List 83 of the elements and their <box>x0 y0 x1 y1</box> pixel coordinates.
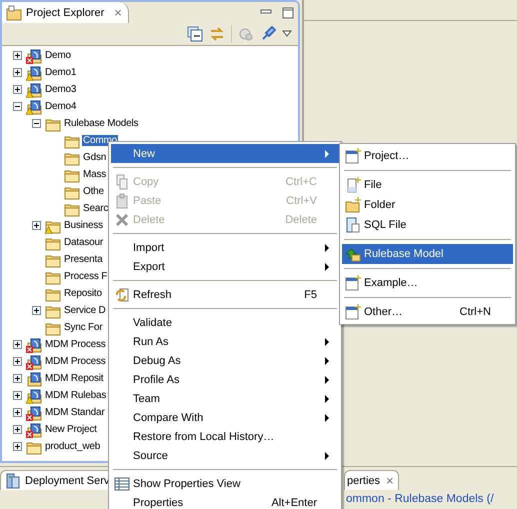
tree-item[interactable]: Datasour <box>63 237 104 248</box>
tree-item[interactable]: Demo1 <box>44 67 78 78</box>
pin-icon <box>260 26 276 42</box>
menu-item[interactable]: Refresh F5 <box>111 285 339 304</box>
menu-item[interactable]: New <box>111 144 339 163</box>
view-tab[interactable]: perties × <box>344 470 399 490</box>
expand-toggle[interactable] <box>13 425 22 434</box>
menu-item[interactable]: Rulebase Model <box>342 244 513 264</box>
tree-item[interactable]: MDM Process <box>44 356 107 367</box>
new-project-icon <box>345 148 361 164</box>
menu-item[interactable]: Profile As <box>111 370 339 389</box>
copy-icon <box>114 174 130 190</box>
expand-toggle[interactable] <box>32 221 41 230</box>
rulebase-model-icon <box>345 246 361 262</box>
menu-item[interactable]: Restore from Local History… <box>111 427 339 446</box>
server-icon <box>5 472 21 488</box>
expand-toggle[interactable] <box>13 68 22 77</box>
menu-item[interactable]: Validate <box>111 313 339 332</box>
tree-item[interactable]: Gdsn <box>82 152 108 163</box>
view-title: Project Explorer <box>26 6 104 18</box>
tree-item[interactable]: Presenta <box>63 254 104 265</box>
link-arrows-icon <box>209 26 225 42</box>
tree-item[interactable]: MDM Standar <box>44 407 106 418</box>
expand-toggle[interactable] <box>13 374 22 383</box>
tree-item[interactable]: Process F <box>63 271 108 282</box>
folder-icon <box>6 4 22 20</box>
expand-toggle[interactable] <box>32 306 41 315</box>
close-button[interactable]: × <box>114 5 122 20</box>
collapse-all-icon <box>187 26 203 42</box>
tree-item[interactable]: New Project <box>44 424 98 435</box>
menu-item[interactable]: Compare With <box>111 408 339 427</box>
menu-item[interactable]: File <box>342 175 513 195</box>
expand-toggle[interactable] <box>13 442 22 451</box>
table-icon <box>114 476 130 492</box>
view-title: perties <box>347 474 380 486</box>
tree-item[interactable]: Business <box>63 220 104 231</box>
new-other-icon <box>345 304 361 320</box>
delete-icon <box>114 212 130 228</box>
tree-item[interactable]: MDM Rulebas <box>44 390 108 401</box>
close-button[interactable]: × <box>386 473 394 488</box>
menu-item[interactable]: Source <box>111 446 339 465</box>
tree-item[interactable]: Searc <box>82 203 110 214</box>
tree-item[interactable]: Mass <box>82 169 108 180</box>
tree-item[interactable]: Demo <box>44 50 72 61</box>
properties-title: ommon - Rulebase Models (/ <box>346 493 495 505</box>
expand-toggle[interactable] <box>13 391 22 400</box>
expand-toggle[interactable] <box>13 340 22 349</box>
expand-toggle[interactable] <box>13 357 22 366</box>
new-file-icon <box>345 177 361 193</box>
menu-item[interactable]: Other… Ctrl+N <box>342 302 513 322</box>
view-title: Deployment Serv <box>25 474 110 486</box>
menu-item[interactable]: Import <box>111 238 339 257</box>
tree-item[interactable]: Reposito <box>63 288 103 299</box>
tree-item[interactable]: Sync For <box>63 322 104 333</box>
menu-item[interactable]: Run As <box>111 332 339 351</box>
expand-toggle[interactable] <box>13 51 22 60</box>
tree-item[interactable]: Service D <box>63 305 107 316</box>
tree-item[interactable]: MDM Process <box>44 339 107 350</box>
collapse-toggle[interactable] <box>32 119 41 128</box>
tree-item[interactable]: Rulebase Models <box>63 118 140 129</box>
expand-toggle[interactable] <box>13 85 22 94</box>
refresh-icon <box>114 286 130 302</box>
expand-toggle[interactable] <box>13 408 22 417</box>
menu-item[interactable]: Folder <box>342 195 513 215</box>
menu-item[interactable]: Debug As <box>111 351 339 370</box>
new-folder-icon <box>345 197 361 213</box>
tree-item[interactable]: MDM Reposit <box>44 373 104 384</box>
tree-item[interactable]: Demo3 <box>44 84 78 95</box>
menu-item[interactable]: Export <box>111 257 339 276</box>
paste-icon <box>114 192 130 208</box>
tree-item[interactable]: Othe <box>82 186 105 197</box>
menu-item[interactable]: Example… <box>342 273 513 293</box>
collapse-toggle[interactable] <box>13 102 22 111</box>
menu-item[interactable]: Properties Alt+Enter <box>111 493 339 509</box>
new-example-icon <box>345 275 361 291</box>
view-menu-icon <box>282 30 292 38</box>
view-tab[interactable]: Project Explorer × <box>2 2 129 23</box>
tree-item[interactable]: Demo4 <box>44 101 78 112</box>
menu-item[interactable]: Team <box>111 389 339 408</box>
menu-item[interactable]: SQL File <box>342 215 513 235</box>
menu-item[interactable]: Project… <box>342 146 513 166</box>
sql-file-icon <box>345 217 361 233</box>
tree-item[interactable]: product_web <box>44 441 102 452</box>
